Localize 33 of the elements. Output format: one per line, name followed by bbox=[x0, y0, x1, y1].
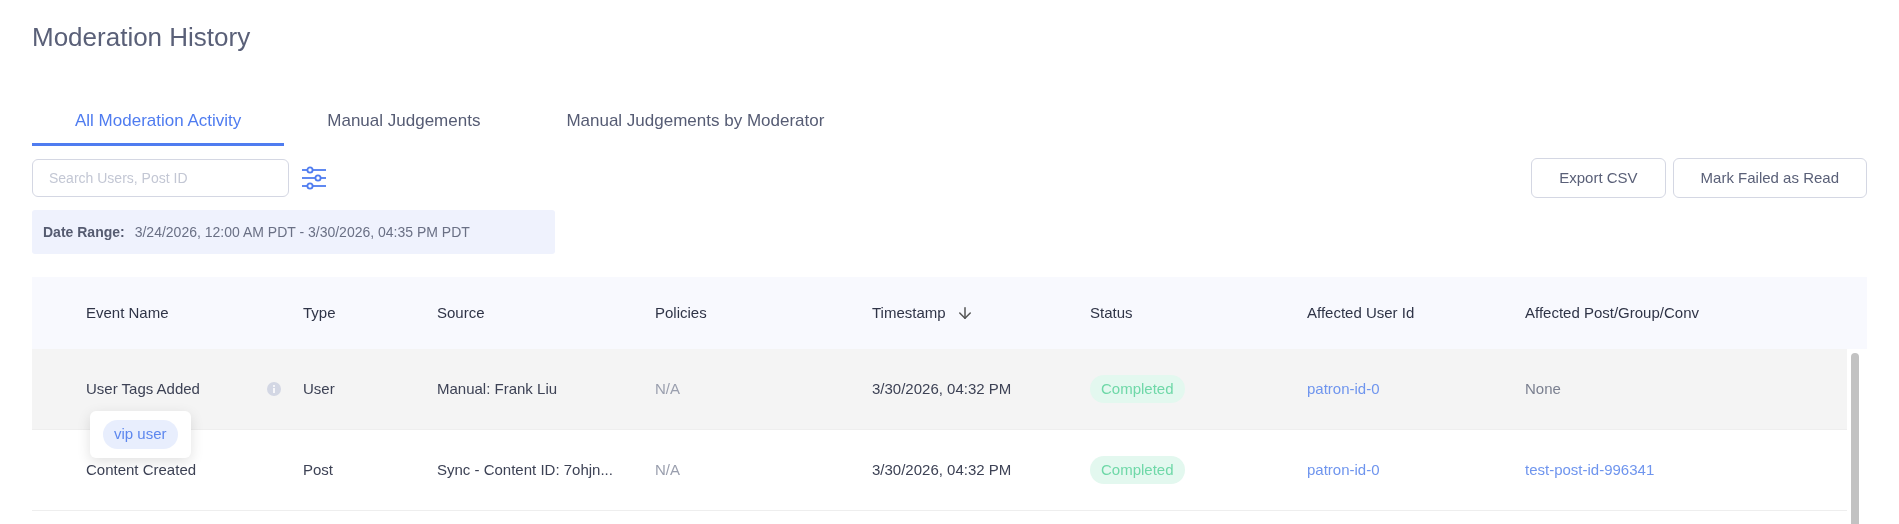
scrollbar[interactable] bbox=[1851, 353, 1859, 524]
tab[interactable]: Manual Judgements by Moderator bbox=[523, 98, 868, 146]
table-cell: Sync - Content ID: 7ohjn... bbox=[437, 460, 613, 478]
table-cell: Post bbox=[303, 460, 333, 478]
action-button[interactable]: Mark Failed as Read bbox=[1672, 158, 1867, 198]
table-cell: 3/30/2026, 04:32 PM bbox=[872, 379, 1012, 397]
column-header[interactable]: Affected Post/Group/Conv bbox=[1525, 301, 1699, 325]
date-range-value: 3/24/2026, 12:00 AM PDT - 3/30/2026, 04:35 PM PDT bbox=[134, 222, 470, 242]
filter-icon[interactable] bbox=[301, 166, 327, 190]
search-field[interactable]: Search Users, Post ID bbox=[32, 159, 289, 197]
status-badge: Completed bbox=[1090, 455, 1185, 485]
status-badge: Completed bbox=[1090, 374, 1185, 404]
table-cell: N/A bbox=[655, 460, 680, 478]
page-title: Moderation History bbox=[32, 21, 252, 54]
column-header[interactable]: Timestamp bbox=[872, 301, 946, 325]
table-cell-text: User Tags Added bbox=[86, 378, 200, 399]
column-header[interactable]: Policies bbox=[655, 301, 707, 325]
tab[interactable]: Manual Judgements bbox=[284, 98, 524, 146]
action-button[interactable]: Export CSV bbox=[1531, 158, 1666, 198]
column-header[interactable]: Event Name bbox=[86, 301, 169, 325]
table-cell: N/A bbox=[655, 379, 680, 397]
column-header[interactable]: Type bbox=[303, 301, 336, 325]
tag-chip: vip user bbox=[103, 420, 178, 449]
table-cell: 3/30/2026, 04:32 PM bbox=[872, 460, 1012, 478]
table-cell: User bbox=[303, 379, 335, 397]
table-cell: None bbox=[1525, 379, 1561, 397]
column-header[interactable]: Affected User Id bbox=[1307, 301, 1415, 325]
column-header[interactable]: Status bbox=[1090, 301, 1133, 325]
date-range-label: Date Range: bbox=[43, 222, 125, 242]
column-header[interactable]: Source bbox=[437, 301, 485, 325]
table-cell-text: Content Created bbox=[86, 459, 197, 480]
tab[interactable]: All Moderation Activity bbox=[32, 98, 285, 146]
table-cell: Manual: Frank Liu bbox=[437, 379, 558, 397]
